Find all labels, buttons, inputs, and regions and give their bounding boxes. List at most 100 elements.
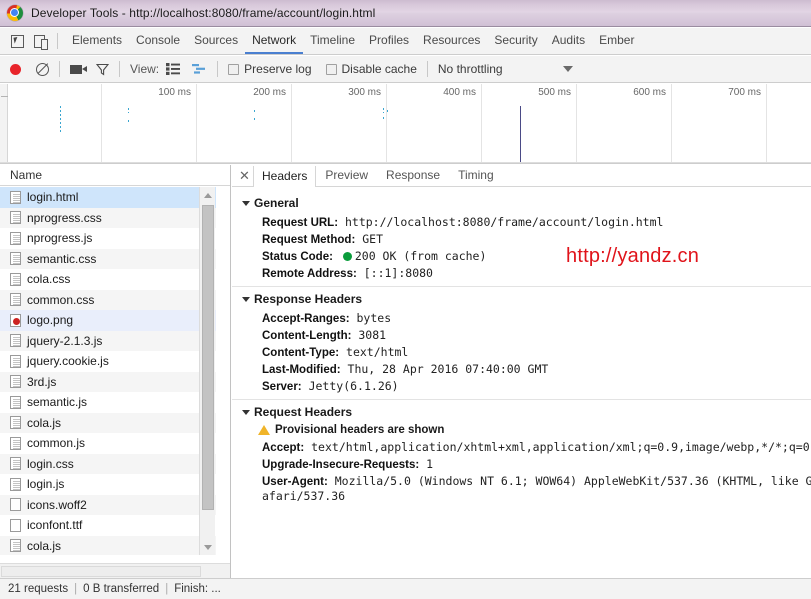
request-list-item[interactable]: cola.js	[0, 535, 216, 555]
tab-profiles[interactable]: Profiles	[362, 29, 416, 54]
header-value: http://localhost:8080/frame/account/logi…	[344, 214, 664, 229]
request-list-hscrollbar[interactable]	[0, 563, 230, 578]
request-name: login.js	[27, 477, 65, 492]
header-value: bytes	[356, 310, 392, 325]
request-list-item[interactable]: nprogress.js	[0, 228, 216, 249]
record-button-icon[interactable]	[10, 63, 21, 75]
waterfall-view-icon[interactable]	[192, 63, 207, 75]
view-label: View:	[130, 62, 160, 76]
section-title: General	[254, 196, 299, 210]
overview-divider	[766, 84, 767, 163]
tab-network[interactable]: Network	[245, 29, 304, 54]
header-value: Thu, 28 Apr 2016 07:40:00 GMT	[347, 361, 549, 376]
request-list-item[interactable]: icons.woff2	[0, 494, 216, 515]
tab-sources[interactable]: Sources	[187, 29, 245, 54]
request-list-item[interactable]: common.css	[0, 289, 216, 310]
chevron-down-icon[interactable]	[562, 66, 573, 72]
section-header[interactable]: General	[232, 193, 811, 213]
request-list-body[interactable]: login.html nprogress.css nprogress.js seman…	[0, 187, 216, 555]
request-list-item[interactable]: common.js	[0, 433, 216, 454]
document-file-icon	[10, 231, 21, 245]
timeline-event-marker	[128, 108, 129, 113]
detail-tab-headers[interactable]: Headers	[253, 165, 317, 187]
header-value: GET	[362, 231, 383, 246]
disclosure-triangle-icon[interactable]	[242, 200, 250, 206]
timeline-event-marker	[60, 106, 61, 132]
detail-tab-preview[interactable]: Preview	[316, 165, 377, 186]
timeline-tick-label: 100 ms	[158, 87, 191, 98]
request-list-item[interactable]: iconfont.ttf	[0, 515, 216, 536]
disclosure-triangle-icon[interactable]	[242, 296, 250, 302]
header-row: Content-Type: text/html	[232, 343, 811, 360]
status-requests: 21 requests	[8, 583, 69, 595]
devtools-tab-strip: Elements Console Sources Network Timeline Pro…	[0, 28, 811, 55]
disclosure-triangle-icon[interactable]	[242, 409, 250, 415]
request-list-item[interactable]: logo.png	[0, 310, 216, 331]
inspect-element-icon[interactable]	[6, 31, 28, 51]
detail-content: General Request URL: http://localhost:808…	[232, 188, 811, 578]
timeline-overview[interactable]: 100 ms 200 ms 300 ms 400 ms 500 ms 600 ms 700 …	[0, 84, 811, 164]
request-list-scrollbar[interactable]	[199, 187, 215, 555]
request-list-item[interactable]: login.js	[0, 474, 216, 495]
clear-icon[interactable]	[36, 62, 49, 76]
filter-funnel-icon[interactable]	[96, 63, 109, 76]
detail-tab-response[interactable]: Response	[377, 165, 449, 186]
tab-console[interactable]: Console	[129, 29, 187, 54]
preserve-log-checkbox[interactable]: Preserve log	[228, 62, 312, 76]
detail-tab-bar: ✕ Headers Preview Response Timing	[232, 165, 811, 187]
capture-screenshots-icon[interactable]	[70, 64, 87, 74]
tab-timeline[interactable]: Timeline	[303, 29, 362, 54]
request-name: 3rd.js	[27, 374, 57, 389]
header-value: 200 OK (from cache)	[354, 248, 487, 263]
close-icon[interactable]: ✕	[236, 167, 253, 185]
request-list-item[interactable]: 3rd.js	[0, 371, 216, 392]
header-key: Content-Type:	[262, 346, 340, 359]
header-key: Accept-Ranges:	[262, 312, 350, 325]
overview-divider	[196, 84, 197, 163]
section-header[interactable]: Response Headers	[232, 289, 811, 309]
request-list-item[interactable]: login.css	[0, 453, 216, 474]
section-title: Response Headers	[254, 292, 363, 306]
scrollbar-thumb[interactable]	[202, 205, 214, 510]
section-header[interactable]: Request Headers	[232, 402, 811, 422]
checkbox-box[interactable]	[228, 63, 240, 75]
tab-elements[interactable]: Elements	[65, 29, 129, 54]
request-list-item[interactable]: semantic.css	[0, 248, 216, 269]
throttling-select[interactable]: No throttling	[438, 62, 503, 76]
request-list-item[interactable]: jquery.cookie.js	[0, 351, 216, 372]
scroll-up-arrow-icon[interactable]	[200, 187, 216, 203]
list-view-icon[interactable]	[166, 63, 181, 75]
header-row: User-Agent: Mozilla/5.0 (Windows NT 6.1;…	[232, 472, 811, 489]
hscrollbar-thumb[interactable]	[1, 566, 201, 577]
tab-security[interactable]: Security	[487, 29, 544, 54]
timeline-tick-label: 200 ms	[253, 87, 286, 98]
window-title-bar: Developer Tools - http://localhost:8080/…	[0, 0, 811, 27]
document-file-icon	[10, 354, 21, 368]
request-list-header: Name	[0, 165, 230, 186]
disable-cache-checkbox[interactable]: Disable cache	[325, 62, 417, 76]
document-file-icon	[10, 375, 21, 389]
header-key: Content-Length:	[262, 329, 352, 342]
request-list-item[interactable]: semantic.js	[0, 392, 216, 413]
request-list-item[interactable]: nprogress.css	[0, 207, 216, 228]
overview-divider	[291, 84, 292, 163]
request-list-item[interactable]: jquery-2.1.3.js	[0, 330, 216, 351]
header-row: Request Method: GET	[232, 230, 811, 247]
timeline-tick-label: 600 ms	[633, 87, 666, 98]
header-key: Last-Modified:	[262, 363, 341, 376]
request-name: iconfont.ttf	[27, 518, 83, 533]
detail-tab-timing[interactable]: Timing	[449, 165, 503, 186]
request-list-item[interactable]: cola.css	[0, 269, 216, 290]
request-list-item[interactable]: cola.js	[0, 412, 216, 433]
toggle-device-toolbar-icon[interactable]	[28, 31, 50, 51]
request-list-item[interactable]: login.html	[0, 187, 216, 208]
request-name: common.css	[27, 292, 95, 307]
tab-ember[interactable]: Ember	[592, 29, 641, 54]
request-name: cola.js	[27, 415, 62, 430]
tab-audits[interactable]: Audits	[545, 29, 592, 54]
header-row: Content-Length: 3081	[232, 326, 811, 343]
document-file-icon	[10, 272, 21, 286]
scroll-down-arrow-icon[interactable]	[200, 539, 216, 555]
tab-resources[interactable]: Resources	[416, 29, 487, 54]
checkbox-box[interactable]	[325, 63, 337, 75]
